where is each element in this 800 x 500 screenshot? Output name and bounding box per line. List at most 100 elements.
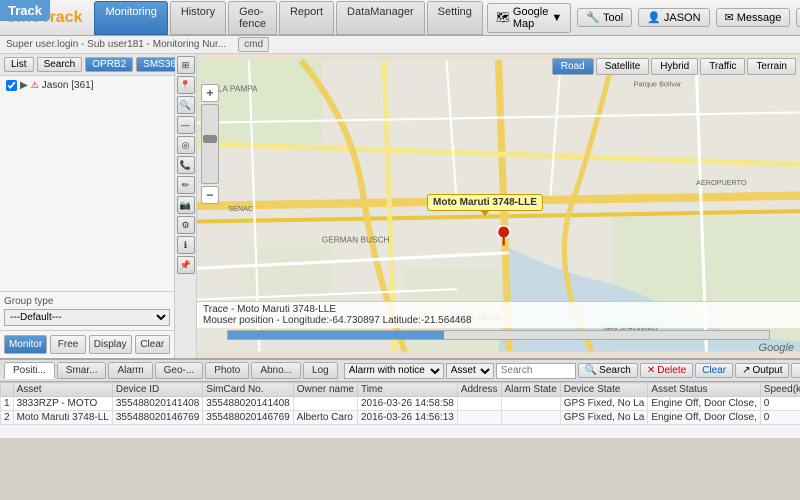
tab-alarm[interactable]: Alarm [108,362,152,379]
clear-btn[interactable]: Clear [135,335,170,354]
map-select-label: Google Map [513,6,548,30]
map-zoom: + − [201,84,219,204]
map-tool-marker[interactable]: 📍 [177,76,195,94]
map-tool-search[interactable]: 🔍 [177,96,195,114]
search-btn[interactable]: 🔍 Search [578,363,638,378]
map-tool-settings[interactable]: ⚙ [177,216,195,234]
tool-icon: 🔧 [586,11,600,24]
tab-position[interactable]: Positi... [4,362,55,379]
map-tool-zoom[interactable]: ◎ [177,136,195,154]
delete-label: Delete [657,365,686,376]
tab-photo[interactable]: Photo [205,362,249,379]
map-tool-layers[interactable]: ⊞ [177,56,195,74]
nav-datamanager[interactable]: DataManager [336,1,425,35]
col-speed: Speed(km/h) [760,383,800,397]
header: SinoTrack Monitoring History Geo-fence R… [0,0,800,36]
satellite-btn[interactable]: Satellite [596,58,650,75]
map-controls: Road Satellite Hybrid Traffic Terrain [552,58,796,75]
message-btn[interactable]: ✉ Message [716,8,791,27]
sidebar: List Search OPRB2 SMS360 ▶ ⚠ Jason [361]… [0,54,175,358]
exit-btn[interactable]: ✕ Exit [796,8,800,27]
search-input[interactable] [496,363,576,379]
col-alarm-state: Alarm State [501,383,560,397]
cell-speed-2: 0 [760,411,800,425]
output-btn[interactable]: ↗ Output [735,363,789,378]
cell-num-2: 2 [1,411,14,425]
map-container[interactable]: LA PAMPA Parque Bolivar AEROPUERTO GERMA… [197,54,800,358]
col-device-id: Device ID [112,383,202,397]
cell-devstate-1: GPS Fixed, No La [560,397,648,411]
search-btn[interactable]: Search [37,57,83,72]
hybrid-btn[interactable]: Hybrid [651,58,698,75]
map-tool-pin[interactable]: 📌 [177,256,195,274]
tree-item-0[interactable]: ▶ ⚠ Jason [361] [2,78,172,93]
trace-info: Trace - Moto Maruti 3748-LLE [203,304,336,315]
group-type-area: Group type ---Default--- [0,291,174,330]
poi-btn[interactable]: 📍 POI [791,363,800,378]
user-btn[interactable]: 👤 JASON [638,8,709,27]
cell-speed-1: 0 [760,397,800,411]
output-label: Output [752,365,782,376]
list-btn[interactable]: List [4,57,34,72]
delete-icon: ✕ [647,365,655,376]
table-row[interactable]: 2 Moto Maruti 3748-LL 355488020146769 35… [1,411,800,425]
zoom-handle[interactable] [203,135,217,143]
group-type-label: Group type [4,296,170,307]
output-icon: ↗ [742,365,750,376]
map-progress[interactable] [227,330,770,340]
map-tool-phone[interactable]: 📞 [177,156,195,174]
map-marker-tooltip: Moto Maruti 3748-LLE [427,194,543,211]
display-btn[interactable]: Display [89,335,132,354]
oprb2-btn[interactable]: OPRB2 [85,57,133,72]
nav-history[interactable]: History [170,1,226,35]
map-tool-info[interactable]: ℹ [177,236,195,254]
traffic-btn[interactable]: Traffic [700,58,745,75]
col-address: Address [457,383,501,397]
breadcrumb-text: Super user.login - Sub user181 - Monitor… [6,39,226,50]
user-label: JASON [664,12,701,24]
road-btn[interactable]: Road [552,58,594,75]
asset-select[interactable]: Asset [446,363,494,379]
delete-btn[interactable]: ✕ Delete [640,363,693,378]
zoom-slider[interactable] [201,104,219,184]
tree-area: ▶ ⚠ Jason [361] [0,76,174,291]
data-table: Asset Device ID SimCard No. Owner name T… [0,382,800,425]
tab-log[interactable]: Log [303,362,338,379]
map-tool-route[interactable]: — [177,116,195,134]
nav-report[interactable]: Report [279,1,334,35]
free-btn[interactable]: Free [50,335,85,354]
data-table-scroll: Asset Device ID SimCard No. Owner name T… [0,382,800,438]
nav-tabs: Monitoring History Geo-fence Report Data… [94,1,482,35]
group-type-select[interactable]: ---Default--- [4,309,170,326]
col-owner: Owner name [293,383,357,397]
col-device-state: Device State [560,383,648,397]
map-select-btn[interactable]: 🗺 Google Map ▼ [487,3,571,33]
cell-device-2: 355488020146769 [112,411,202,425]
bottom-tabs: Positi... Smar... Alarm Geo-... Photo Ab… [0,360,800,382]
clear-btn[interactable]: Clear [695,363,733,378]
nav-setting[interactable]: Setting [427,1,483,35]
tool-btn[interactable]: 🔧 Tool [577,8,632,27]
tab-abno[interactable]: Abno... [251,362,301,379]
map-tool-edit[interactable]: ✏ [177,176,195,194]
monitor-btn[interactable]: Monitor [4,335,47,354]
message-icon: ✉ [725,11,734,24]
cell-devstate-2: GPS Fixed, No La [560,411,648,425]
nav-monitoring[interactable]: Monitoring [94,1,167,35]
map-info-bar: Trace - Moto Maruti 3748-LLE Mouser posi… [197,301,800,328]
zoom-out-btn[interactable]: − [201,186,219,204]
terrain-btn[interactable]: Terrain [747,58,796,75]
tab-geo[interactable]: Geo-... [155,362,204,379]
tree-check-0[interactable] [6,80,17,91]
col-time: Time [357,383,457,397]
search-icon: 🔍 [585,365,597,376]
alarm-select[interactable]: Alarm with notice [344,363,444,379]
map-tool-camera[interactable]: 📷 [177,196,195,214]
nav-geofence[interactable]: Geo-fence [228,1,277,35]
col-simcard: SimCard No. [203,383,293,397]
cell-assetstatus-2: Engine Off, Door Close, [648,411,760,425]
table-row[interactable]: 1 3833RZP - MOTO 355488020141408 3554880… [1,397,800,411]
zoom-in-btn[interactable]: + [201,84,219,102]
cmd-btn[interactable]: cmd [238,37,269,52]
tab-smart[interactable]: Smar... [57,362,107,379]
